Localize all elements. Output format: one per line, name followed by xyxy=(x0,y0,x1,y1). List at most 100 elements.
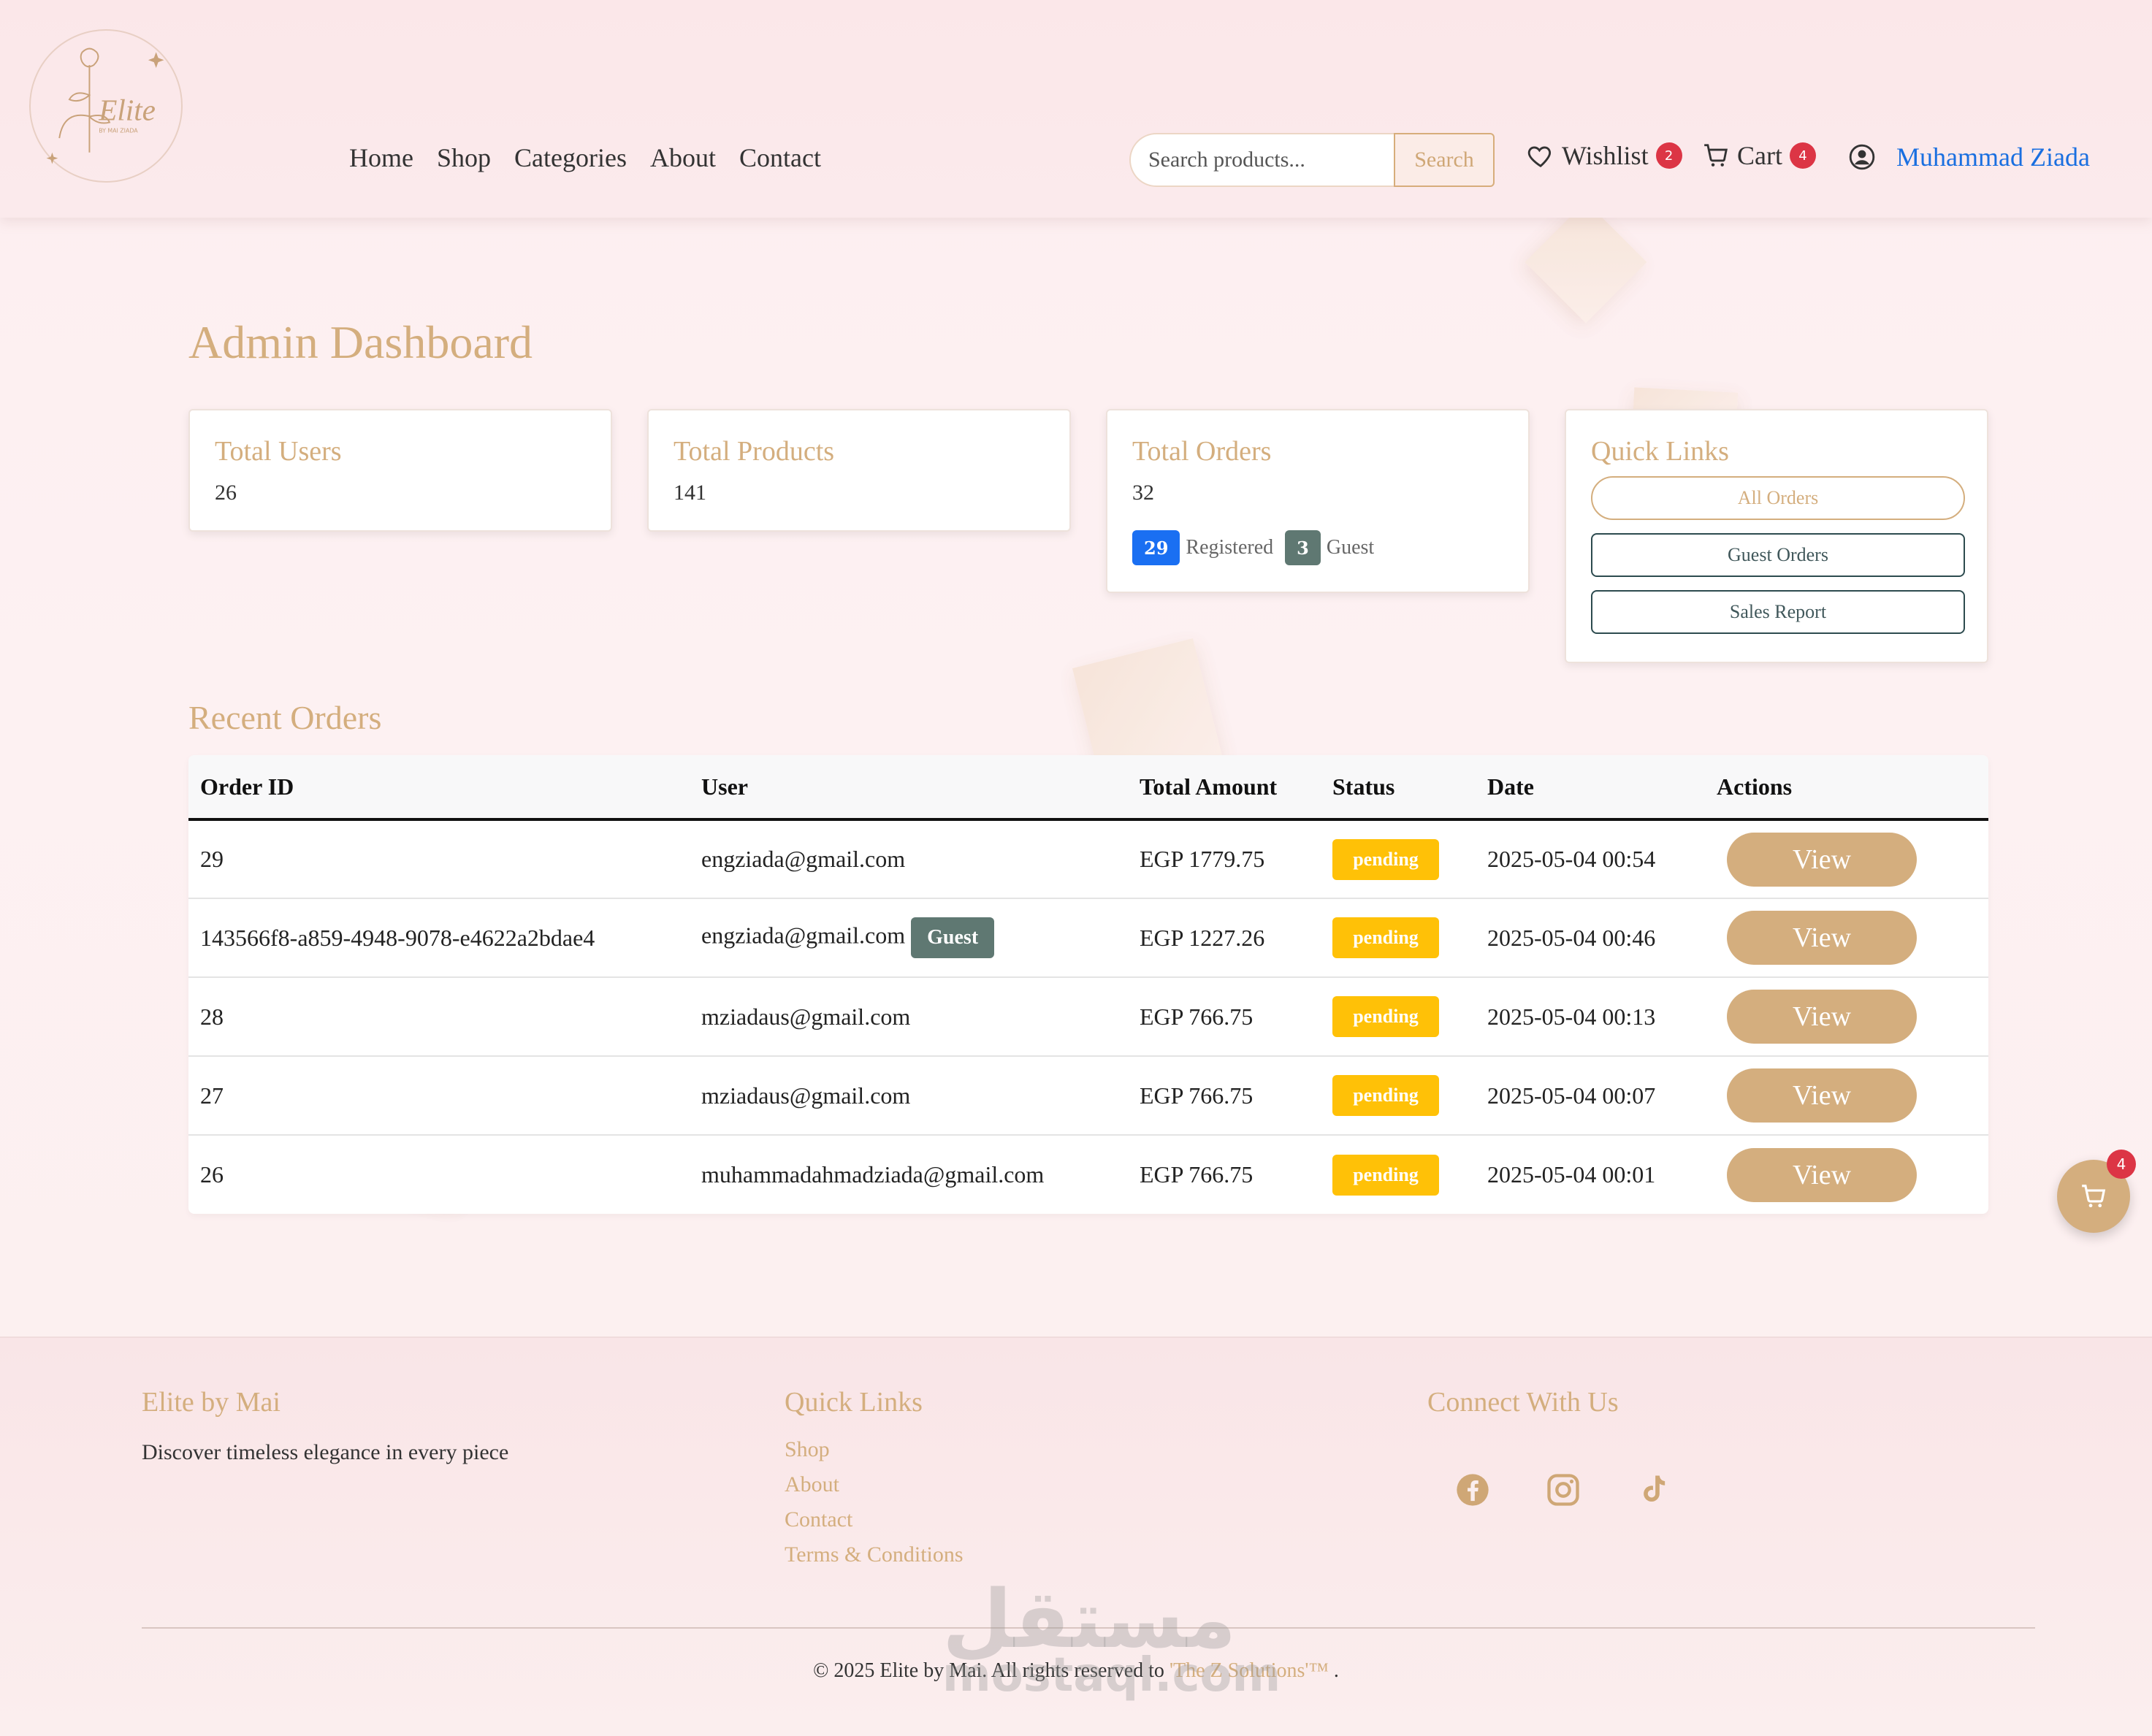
orders-breakdown: 29 Registered 3 Guest xyxy=(1132,530,1503,565)
footer-brand-title: Elite by Mai xyxy=(142,1387,281,1418)
quick-links-card: Quick Links All Orders Guest Orders Sale… xyxy=(1565,409,1988,663)
status-badge: pending xyxy=(1332,838,1439,880)
copyright-text: © 2025 Elite by Mai. All rights reserved… xyxy=(0,1659,2152,1683)
social-links xyxy=(1454,1471,1673,1509)
registered-count-badge: 29 xyxy=(1132,530,1180,565)
brand-logo[interactable]: Elite BY MAI ZIADA xyxy=(29,29,183,183)
table-row: 29 engziada@gmail.com EGP 1779.75 pendin… xyxy=(188,819,1988,898)
order-amount: EGP 766.75 xyxy=(1140,1161,1254,1188)
tiktok-icon[interactable] xyxy=(1635,1471,1673,1509)
footer-connect-title: Connect With Us xyxy=(1427,1387,1619,1418)
guest-label: Guest xyxy=(1326,536,1375,559)
order-user: engziada@gmail.com xyxy=(701,922,906,949)
card-title: Total Users xyxy=(215,436,342,467)
order-user-cell: engziada@gmail.com Guest xyxy=(690,898,1128,977)
user-name-link[interactable]: Muhammad Ziada xyxy=(1896,142,2090,172)
order-amount: EGP 766.75 xyxy=(1140,1003,1254,1030)
copyright-suffix: . xyxy=(1333,1659,1339,1682)
footer-links-list: Shop About Contact Terms & Conditions xyxy=(785,1437,964,1567)
card-title: Quick Links xyxy=(1591,436,1729,467)
facebook-icon[interactable] xyxy=(1454,1471,1492,1509)
nav-home[interactable]: Home xyxy=(349,142,413,173)
card-title: Total Products xyxy=(674,436,835,467)
guest-orders-button[interactable]: Guest Orders xyxy=(1591,533,1965,577)
view-order-button[interactable]: View xyxy=(1727,1147,1917,1202)
order-date: 2025-05-04 00:07 xyxy=(1487,1082,1656,1109)
sales-report-button[interactable]: Sales Report xyxy=(1591,590,1965,634)
column-header: Status xyxy=(1332,773,1395,800)
wishlist-link[interactable]: Wishlist 2 xyxy=(1527,140,1682,171)
svg-text:Elite: Elite xyxy=(98,93,156,127)
table-row: 143566f8-a859-4948-9078-e4622a2bdae4 eng… xyxy=(188,898,1988,977)
view-order-button[interactable]: View xyxy=(1727,1068,1917,1123)
order-amount: EGP 766.75 xyxy=(1140,1082,1254,1109)
watermark-arabic: مستقل xyxy=(942,1572,1237,1666)
wishlist-label: Wishlist xyxy=(1562,141,1649,170)
wishlist-count-badge: 2 xyxy=(1655,142,1682,169)
order-id: 28 xyxy=(200,1003,224,1030)
table-row: 28 mziadaus@gmail.com EGP 766.75 pending… xyxy=(188,977,1988,1056)
heart-icon xyxy=(1527,146,1552,168)
total-orders-value: 32 xyxy=(1132,481,1154,505)
view-order-button[interactable]: View xyxy=(1727,990,1917,1044)
table-row: 26 muhammadahmadziada@gmail.com EGP 766.… xyxy=(188,1135,1988,1214)
column-header: User xyxy=(701,773,748,800)
recent-orders-title: Recent Orders xyxy=(188,699,382,736)
status-badge: pending xyxy=(1332,996,1439,1037)
cart-label: Cart xyxy=(1737,141,1782,170)
page-title: Admin Dashboard xyxy=(188,316,533,368)
footer-divider xyxy=(142,1627,2035,1629)
site-header: Elite BY MAI ZIADA Home Shop Categories … xyxy=(0,0,2152,218)
total-products-card: Total Products 141 xyxy=(647,409,1071,532)
main-nav: Home Shop Categories About Contact xyxy=(349,142,821,173)
footer-link-shop[interactable]: Shop xyxy=(785,1437,830,1461)
total-users-card: Total Users 26 xyxy=(188,409,612,532)
cart-icon xyxy=(1704,144,1728,167)
order-amount: EGP 1227.26 xyxy=(1140,924,1265,951)
copyright-prefix: © 2025 Elite by Mai. All rights reserved… xyxy=(813,1659,1164,1682)
column-header: Date xyxy=(1487,773,1534,800)
nav-shop[interactable]: Shop xyxy=(437,142,491,173)
registered-label: Registered xyxy=(1186,536,1274,559)
order-id: 29 xyxy=(200,846,224,872)
cart-link[interactable]: Cart 4 xyxy=(1702,140,1816,171)
order-amount: EGP 1779.75 xyxy=(1140,846,1265,872)
cart-icon xyxy=(2082,1185,2106,1208)
view-order-button[interactable]: View xyxy=(1727,911,1917,965)
footer-link-about[interactable]: About xyxy=(785,1472,839,1496)
order-id: 26 xyxy=(200,1161,224,1188)
guest-badge: Guest xyxy=(911,917,995,958)
order-id: 27 xyxy=(200,1082,224,1109)
nav-categories[interactable]: Categories xyxy=(514,142,627,173)
all-orders-button[interactable]: All Orders xyxy=(1591,476,1965,520)
total-users-value: 26 xyxy=(215,481,237,505)
floating-cart-button[interactable]: 4 xyxy=(2057,1150,2136,1233)
floating-cart-count-badge: 4 xyxy=(2107,1150,2136,1179)
site-footer: Elite by Mai Discover timeless elegance … xyxy=(0,1337,2152,1736)
status-badge: pending xyxy=(1332,917,1439,958)
footer-quick-links-column: Quick Links Shop About Contact Terms & C… xyxy=(785,1386,964,1578)
search-button[interactable]: Search xyxy=(1394,133,1495,187)
user-circle-icon xyxy=(1849,144,1875,170)
copyright-company-link[interactable]: 'The Z Solutions'™ xyxy=(1170,1659,1329,1682)
nav-contact[interactable]: Contact xyxy=(739,142,821,173)
order-date: 2025-05-04 00:13 xyxy=(1487,1003,1656,1030)
footer-tagline: Discover timeless elegance in every piec… xyxy=(142,1440,509,1464)
decorative-shape xyxy=(1525,201,1647,324)
total-orders-card: Total Orders 32 29 Registered 3 Guest xyxy=(1106,409,1530,593)
table-header-row: Order ID User Total Amount Status Date A… xyxy=(188,755,1988,819)
rose-logo-icon: Elite BY MAI ZIADA xyxy=(46,47,164,164)
user-menu[interactable]: Muhammad Ziada xyxy=(1848,142,2090,172)
order-date: 2025-05-04 00:46 xyxy=(1487,924,1656,951)
nav-about[interactable]: About xyxy=(650,142,716,173)
instagram-icon[interactable] xyxy=(1544,1471,1582,1509)
search-input[interactable] xyxy=(1129,133,1394,187)
order-user: muhammadahmadziada@gmail.com xyxy=(701,1161,1045,1188)
cart-count-badge: 4 xyxy=(1789,142,1816,169)
footer-connect-column: Connect With Us xyxy=(1427,1386,1673,1509)
footer-link-contact[interactable]: Contact xyxy=(785,1507,852,1532)
recent-orders-table: Order ID User Total Amount Status Date A… xyxy=(188,755,1988,1214)
view-order-button[interactable]: View xyxy=(1727,832,1917,887)
status-badge: pending xyxy=(1332,1075,1439,1116)
footer-link-terms[interactable]: Terms & Conditions xyxy=(785,1542,964,1567)
